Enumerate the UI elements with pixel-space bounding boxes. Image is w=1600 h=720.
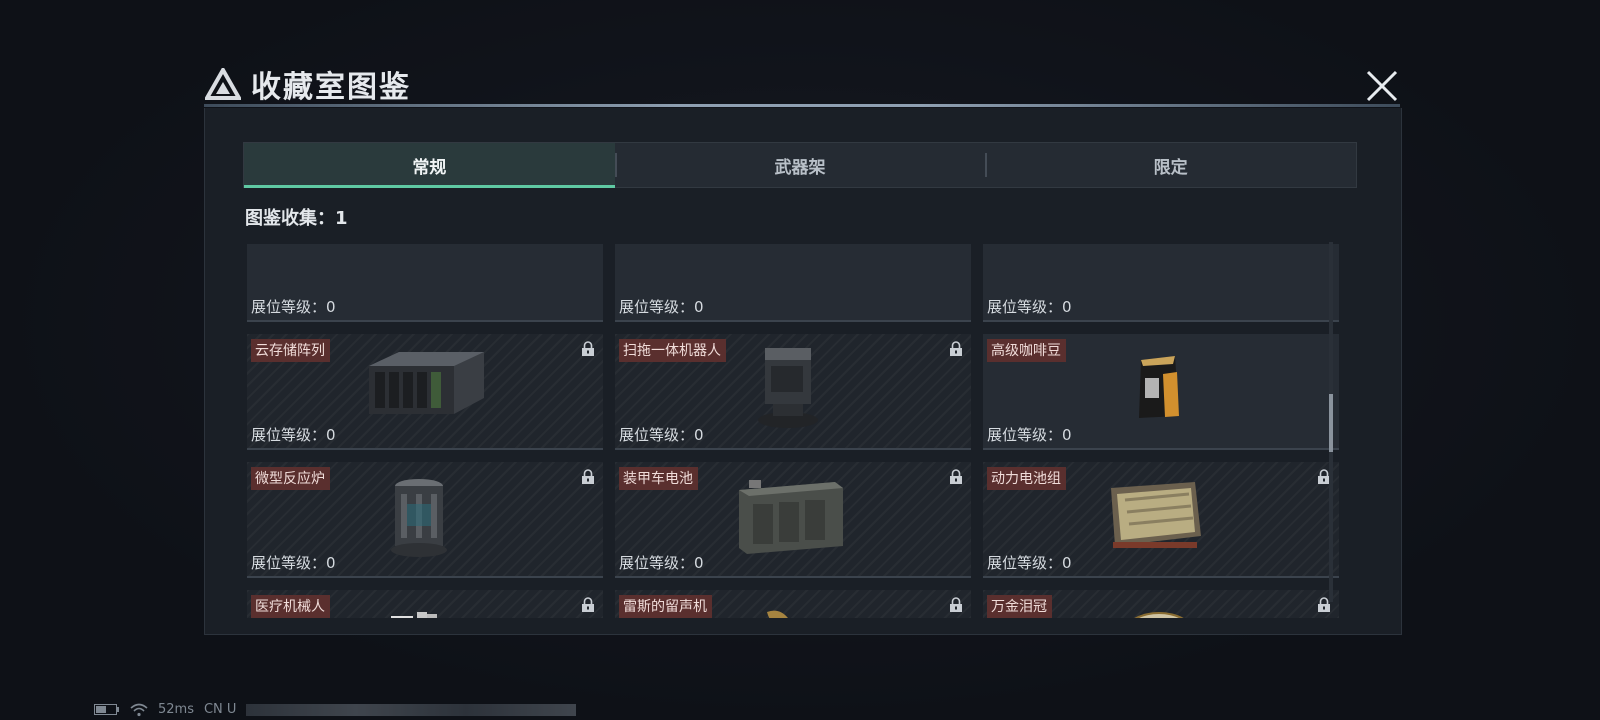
status-bar: 52ms CN U — [94, 702, 577, 717]
collection-card[interactable]: 装甲车电池展位等级：0 — [615, 462, 971, 578]
lock-icon — [950, 341, 962, 356]
card-name: 雷斯的留声机 — [619, 595, 712, 618]
card-name: 动力电池组 — [987, 467, 1066, 490]
card-grid: 展位等级：0 展位等级：0 展位等级：0 云存储阵列 展位等级：0 扫拖一体机器人 展位等级… — [247, 244, 1339, 618]
scrollbar[interactable] — [1329, 242, 1333, 602]
robot-vacuum-icon — [753, 346, 823, 434]
collection-card[interactable]: 动力电池组展位等级：0 — [983, 462, 1339, 578]
booth-level: 展位等级：0 — [619, 554, 704, 572]
collection-card[interactable]: 云存储阵列展位等级：0 — [247, 334, 603, 450]
modal-title: 收藏室图鉴 — [251, 70, 411, 105]
tab-weapon-rack[interactable]: 武器架 — [614, 143, 986, 187]
reactor-icon — [387, 476, 451, 564]
collection-card[interactable]: 万金泪冠展位等级：0 — [983, 590, 1339, 618]
collection-card[interactable]: 医疗机械人展位等级：0 — [247, 590, 603, 618]
coffee-bag-icon — [1135, 354, 1181, 424]
jeweled-egg-icon — [1119, 604, 1199, 618]
ping-readout: 52ms — [158, 702, 194, 717]
server-rack-icon — [359, 348, 489, 424]
close-icon[interactable] — [1364, 68, 1400, 104]
lock-icon — [950, 597, 962, 612]
lock-icon — [582, 341, 594, 356]
collection-card[interactable]: 扫拖一体机器人展位等级：0 — [615, 334, 971, 450]
lock-icon — [582, 469, 594, 484]
battery-icon — [94, 704, 119, 715]
card-name: 高级咖啡豆 — [987, 339, 1066, 362]
collection-count: 图鉴收集：1 — [245, 208, 348, 229]
gramophone-icon — [763, 606, 819, 618]
battery-pack-icon — [1105, 476, 1205, 556]
car-battery-icon — [735, 476, 847, 562]
tab-bar: 常规 武器架 限定 — [243, 142, 1357, 188]
booth-level: 展位等级：0 — [987, 298, 1072, 316]
collection-card[interactable]: 雷斯的留声机展位等级：0 — [615, 590, 971, 618]
collection-card[interactable]: 高级咖啡豆展位等级：0 — [983, 334, 1339, 450]
card-name: 云存储阵列 — [251, 339, 330, 362]
card-name: 扫拖一体机器人 — [619, 339, 726, 362]
modal-header: 收藏室图鉴 — [205, 62, 411, 106]
medical-robot-icon — [387, 610, 447, 618]
booth-level: 展位等级：0 — [619, 298, 704, 316]
region-id: CN U — [203, 702, 237, 717]
collection-card[interactable]: 展位等级：0 — [615, 244, 971, 322]
wifi-icon — [130, 703, 148, 716]
tab-limited[interactable]: 限定 — [985, 143, 1356, 187]
booth-level: 展位等级：0 — [251, 426, 336, 444]
booth-level: 展位等级：0 — [987, 426, 1072, 444]
booth-level: 展位等级：0 — [987, 554, 1072, 572]
card-name: 微型反应炉 — [251, 467, 330, 490]
card-name: 装甲车电池 — [619, 467, 698, 490]
collection-logo-icon — [205, 68, 241, 100]
booth-level: 展位等级：0 — [251, 554, 336, 572]
booth-level: 展位等级：0 — [251, 298, 336, 316]
collection-card[interactable]: 微型反应炉展位等级：0 — [247, 462, 603, 578]
card-name: 医疗机械人 — [251, 595, 330, 618]
booth-level: 展位等级：0 — [619, 426, 704, 444]
redacted-id — [246, 703, 577, 716]
collection-card[interactable]: 展位等级：0 — [983, 244, 1339, 322]
tab-regular[interactable]: 常规 — [244, 143, 615, 188]
title-divider — [204, 104, 1400, 107]
collection-card[interactable]: 展位等级：0 — [247, 244, 603, 322]
collection-panel: 常规 武器架 限定 图鉴收集：1 展位等级：0 展位等级：0 展位等级：0 云存储阵列… — [204, 108, 1402, 635]
lock-icon — [582, 597, 594, 612]
card-name: 万金泪冠 — [987, 595, 1052, 618]
card-list[interactable]: 展位等级：0 展位等级：0 展位等级：0 云存储阵列 展位等级：0 扫拖一体机器人 展位等级… — [247, 244, 1343, 618]
lock-icon — [950, 469, 962, 484]
scrollbar-thumb[interactable] — [1329, 394, 1333, 452]
